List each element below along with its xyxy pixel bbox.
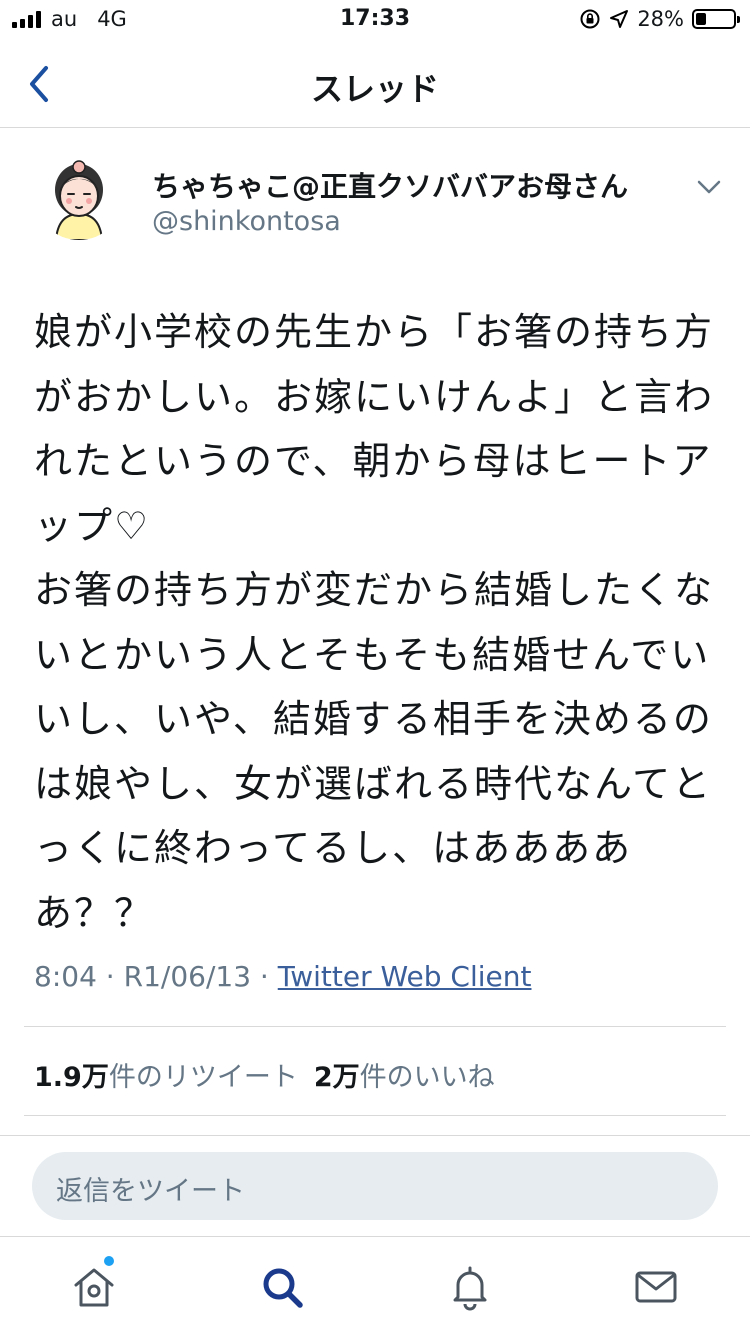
battery-percent: 28% — [637, 7, 684, 31]
tweet-meta: 8:04 · R1/06/13 · Twitter Web Client — [34, 960, 531, 993]
home-icon[interactable] — [70, 1263, 118, 1311]
client-link[interactable]: Twitter Web Client — [278, 960, 532, 993]
reply-input[interactable]: 返信をツイート — [32, 1152, 718, 1220]
author-handle[interactable]: @shinkontosa — [152, 206, 341, 237]
mail-icon[interactable] — [632, 1263, 680, 1311]
battery-icon — [692, 9, 740, 29]
tweet-text: 娘が小学校の先生から「お箸の持ち方がおかしい。お嫁にいけんよ」と言われたというの… — [34, 310, 715, 935]
tweet-stats: 1.9万件のリツイート 2万件のいいね — [34, 1055, 495, 1094]
tab-bar — [0, 1236, 750, 1334]
retweet-count: 1.9万 — [34, 1062, 109, 1093]
like-count: 2万 — [313, 1062, 360, 1093]
retweet-stat[interactable]: 1.9万件のリツイート — [34, 1062, 298, 1093]
location-icon — [610, 10, 629, 28]
tweet-time: 8:04 — [34, 960, 97, 993]
like-stat[interactable]: 2万件のいいね — [314, 1062, 495, 1093]
battery-fill — [696, 13, 706, 25]
chevron-down-icon[interactable] — [694, 172, 724, 202]
avatar[interactable] — [34, 150, 124, 240]
bell-icon[interactable] — [446, 1263, 494, 1311]
divider — [24, 1115, 726, 1116]
search-icon[interactable] — [258, 1263, 306, 1311]
author-name[interactable]: ちゃちゃこ@正直クソババアお母さん — [152, 165, 628, 205]
status-bar-right: 28% — [579, 7, 740, 31]
reply-placeholder: 返信をツイート — [56, 1176, 245, 1207]
like-label: 件のいいね — [359, 1062, 495, 1093]
retweet-label: 件のリツイート — [108, 1062, 298, 1093]
orientation-lock-icon — [580, 9, 600, 29]
meta-separator: · — [259, 960, 269, 993]
meta-separator: · — [105, 960, 115, 993]
page-title: スレッド — [310, 70, 439, 108]
notification-dot — [104, 1256, 114, 1266]
divider — [24, 1026, 726, 1027]
status-bar: au 4G 17:33 28% — [0, 0, 750, 40]
avatar-illustration — [34, 150, 124, 240]
tweet-date: R1/06/13 — [123, 960, 252, 993]
nav-bar: スレッド — [0, 40, 750, 128]
divider — [0, 1135, 750, 1136]
